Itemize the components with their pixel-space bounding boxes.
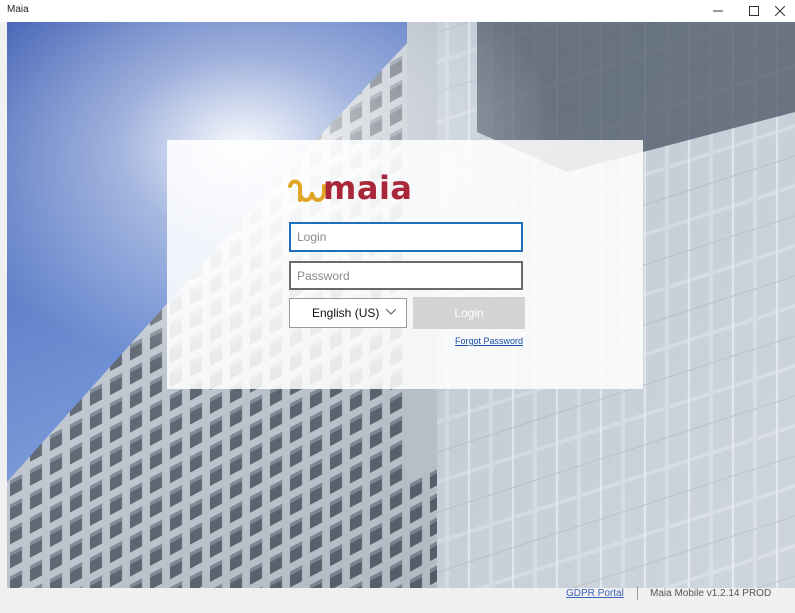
language-select[interactable]: English (US)	[289, 298, 407, 328]
minimize-icon	[713, 10, 723, 12]
login-input[interactable]	[289, 222, 523, 252]
app-window: Maia maia Login English (US) Login Forgo…	[0, 0, 795, 613]
footer-divider	[637, 586, 638, 600]
login-screen: maia English (US) Login Forgot Password	[7, 22, 795, 588]
window-title: Maia	[7, 4, 29, 15]
title-bar: Maia	[0, 0, 795, 22]
password-input[interactable]	[289, 261, 523, 290]
close-button[interactable]	[762, 0, 795, 22]
close-icon	[775, 6, 785, 16]
gdpr-portal-link[interactable]: GDPR Portal	[566, 588, 624, 599]
forgot-password-link[interactable]: Forgot Password	[455, 336, 523, 346]
chevron-down-icon	[386, 309, 396, 315]
login-panel: maia English (US) Login Forgot Password	[167, 140, 643, 389]
login-button[interactable]: Login	[413, 297, 525, 329]
app-version-label: Maia Mobile v1.2.14 PROD	[650, 588, 772, 599]
maia-logo: maia	[286, 168, 416, 208]
logo-mark-icon	[288, 179, 326, 202]
logo-text: maia	[323, 169, 413, 207]
minimize-button[interactable]	[700, 0, 736, 22]
maximize-icon	[749, 6, 759, 16]
language-selected-value: English (US)	[312, 306, 380, 320]
